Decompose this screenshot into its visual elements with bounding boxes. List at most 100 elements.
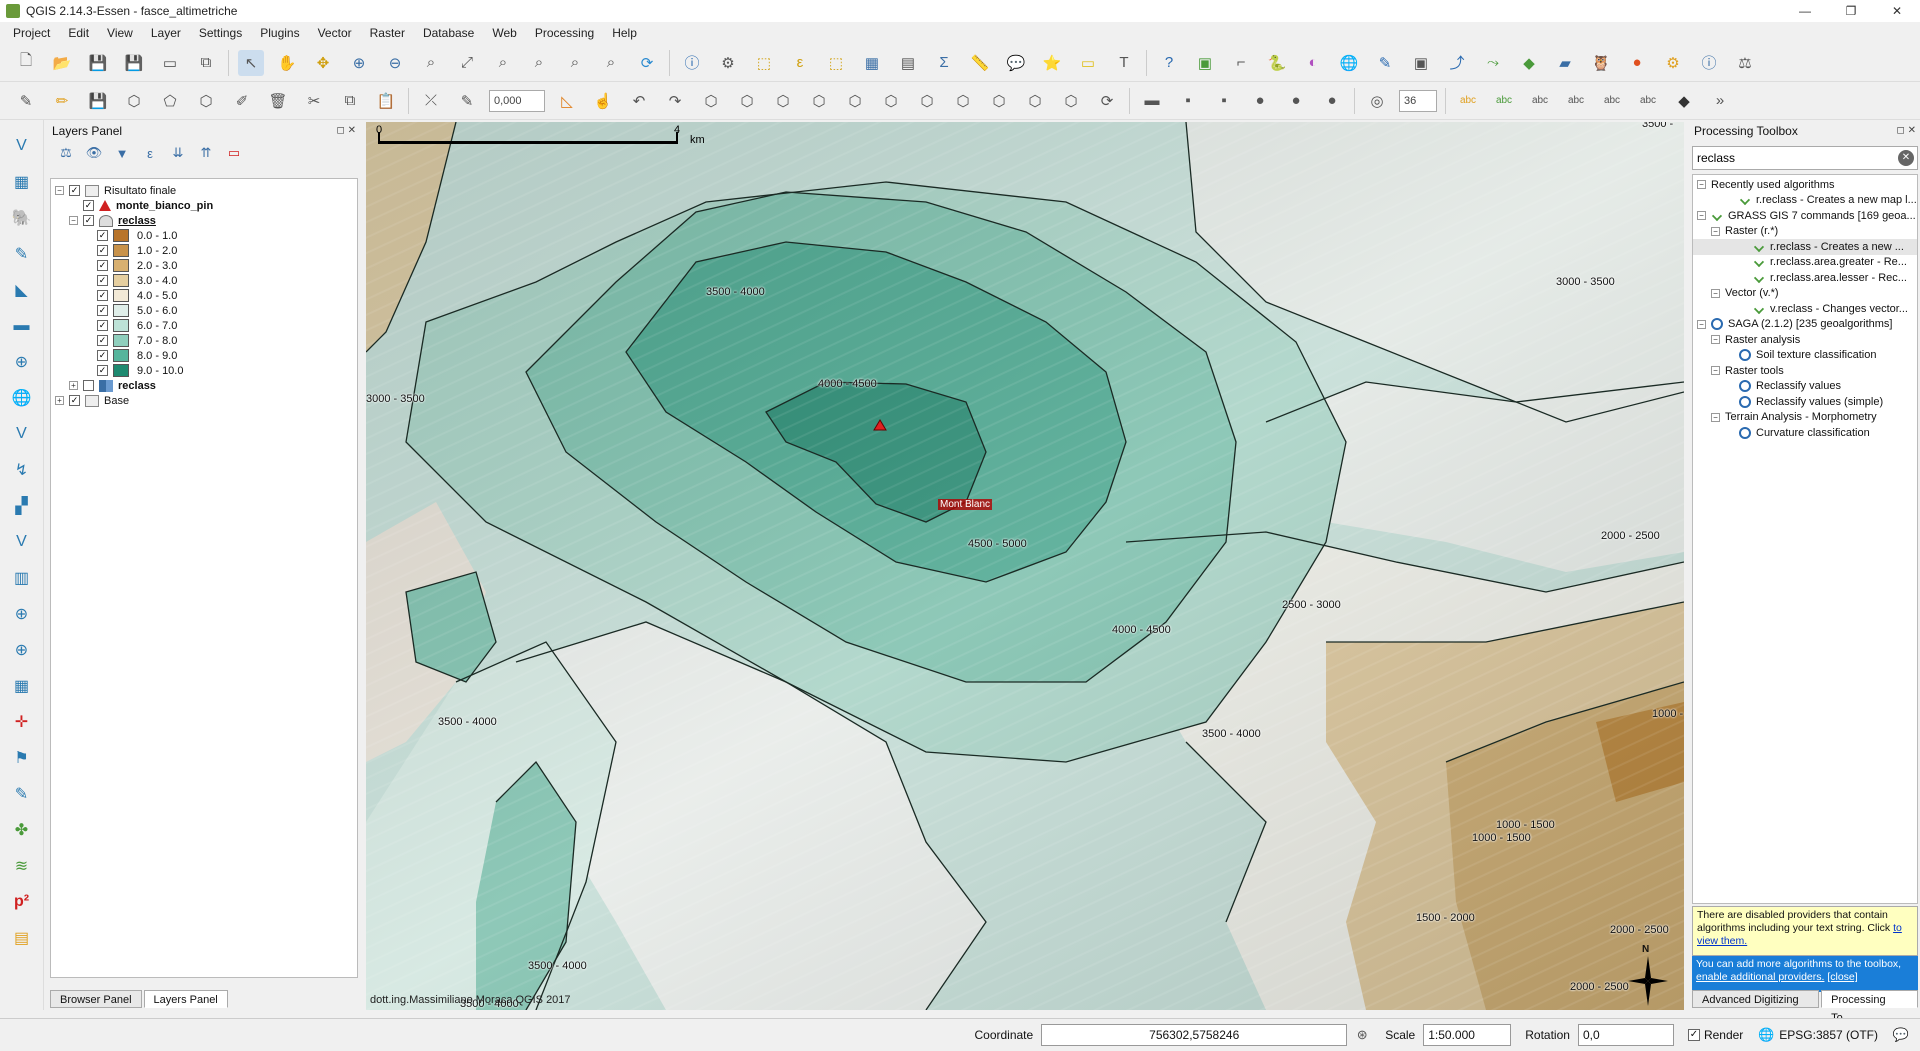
simplify-icon[interactable]: ✎ (454, 88, 480, 114)
algorithm-tree-item[interactable]: − SAGA (2.1.2) [235 geoalgorithms] (1693, 317, 1917, 333)
collapse-toggle[interactable]: − (1711, 288, 1720, 298)
more-icon[interactable]: » (1707, 88, 1733, 114)
plugin7-icon[interactable]: ◆ (1516, 50, 1542, 76)
class-visibility-checkbox[interactable]: ✓ (97, 365, 108, 376)
label-tool-icon[interactable]: ● (1319, 88, 1345, 114)
legend-class-row[interactable]: ✓ 0.0 - 1.0 (51, 228, 357, 243)
python-console-icon[interactable]: 🐍 (1264, 50, 1290, 76)
add-wms-layer-icon[interactable]: 🌐 (8, 384, 36, 412)
split-parts-icon[interactable]: ⬡ (914, 88, 940, 114)
algorithm-tree-item[interactable]: − Raster tools (1693, 363, 1917, 379)
map-swipe-icon[interactable]: ▣ (1192, 50, 1218, 76)
pan-icon[interactable]: ✋ (274, 50, 300, 76)
plugin12-icon[interactable]: ⓘ (1696, 50, 1722, 76)
measure-icon[interactable]: 📏 (967, 50, 993, 76)
menu-raster[interactable]: Raster (361, 22, 414, 44)
label-abc5-icon[interactable]: abc (1599, 88, 1625, 114)
visibility-checkbox[interactable]: ✓ (69, 185, 80, 196)
layer-group-row[interactable]: − ✓ Risultato finale (51, 183, 357, 198)
zoom-next-icon[interactable]: ⌕ (598, 50, 624, 76)
save-project-icon[interactable]: 💾 (85, 50, 111, 76)
algorithm-tree-item[interactable]: − Vector (v.*) (1693, 286, 1917, 302)
delete-part-icon[interactable]: ⬡ (842, 88, 868, 114)
add-group-icon[interactable]: 👁 (83, 142, 105, 164)
deselect-icon[interactable]: ⬚ (823, 50, 849, 76)
style-manager-icon[interactable]: ⚖ (55, 142, 77, 164)
change-label-icon[interactable]: ● (1283, 88, 1309, 114)
close-button[interactable]: ✕ (1874, 0, 1920, 22)
algorithm-tree-item[interactable]: r.reclass - Creates a new map l... (1693, 193, 1917, 209)
processing-search-input[interactable] (1692, 146, 1918, 170)
georeferencer-icon[interactable]: ✛ (8, 708, 36, 736)
expand-all-icon[interactable]: ⇊ (167, 142, 189, 164)
algorithm-tree-item[interactable]: − Terrain Analysis - Morphometry (1693, 410, 1917, 426)
legend-class-row[interactable]: ✓ 5.0 - 6.0 (51, 303, 357, 318)
plugin11-icon[interactable]: ⚙ (1660, 50, 1686, 76)
menu-database[interactable]: Database (414, 22, 483, 44)
algorithm-tree-item[interactable]: r.reclass.area.lesser - Rec... (1693, 270, 1917, 286)
visibility-checkbox[interactable]: ✓ (83, 200, 94, 211)
plugin13-icon[interactable]: ⚖ (1732, 50, 1758, 76)
collapse-toggle[interactable]: − (69, 216, 78, 225)
current-edits-icon[interactable]: ✎ (13, 88, 39, 114)
undo-icon[interactable]: ↶ (626, 88, 652, 114)
crs-status-button[interactable]: EPSG:3857 (OTF) (1779, 1028, 1878, 1042)
layer-stack-icon[interactable]: ≋ (8, 852, 36, 880)
plugin9-icon[interactable]: 🦉 (1588, 50, 1614, 76)
select-icon[interactable]: ⬚ (751, 50, 777, 76)
coordinate-field[interactable]: 756302,5758246 (1041, 1024, 1348, 1046)
font-size-spinbox[interactable]: 36 (1399, 89, 1437, 112)
clear-search-icon[interactable]: ✕ (1898, 150, 1914, 166)
add-arcgis-layer-icon[interactable]: ⊕ (8, 636, 36, 664)
collapse-toggle[interactable]: − (1711, 226, 1720, 236)
visibility-checkbox[interactable] (83, 380, 94, 391)
new-project-icon[interactable]: 🗋 (13, 50, 39, 76)
pan-to-selection-icon[interactable]: ✥ (310, 50, 336, 76)
attribute-table-icon[interactable]: ▦ (859, 50, 885, 76)
collapse-toggle[interactable]: − (1711, 366, 1720, 376)
visibility-checkbox[interactable]: ✓ (69, 395, 80, 406)
delete-selected-icon[interactable]: 🗑 (265, 88, 291, 114)
toggle-editing-icon[interactable]: ✏ (49, 88, 75, 114)
class-visibility-checkbox[interactable]: ✓ (97, 290, 108, 301)
close-notice-link[interactable]: [close] (1827, 971, 1857, 983)
action-icon[interactable]: ⚙ (715, 50, 741, 76)
collapse-toggle[interactable]: − (1697, 180, 1706, 190)
add-wfs-layer-icon[interactable]: ↯ (8, 456, 36, 484)
add-feature-icon[interactable]: ⬡ (121, 88, 147, 114)
class-visibility-checkbox[interactable]: ✓ (97, 350, 108, 361)
algorithm-tree-item[interactable]: − Raster (r.*) (1693, 224, 1917, 240)
processing-algorithm-tree[interactable]: − Recently used algorithms r.reclass - Cre… (1692, 174, 1918, 904)
menu-vector[interactable]: Vector (309, 22, 361, 44)
select-by-expression-icon[interactable]: ε (787, 50, 813, 76)
layer-row[interactable]: + reclass (51, 378, 357, 393)
rotate-label-icon[interactable]: ◺ (554, 88, 580, 114)
remove-layer-icon[interactable]: ▭ (223, 142, 245, 164)
node-tool-icon[interactable]: ✐ (229, 88, 255, 114)
plugin6-icon[interactable]: ⤳ (1480, 50, 1506, 76)
refresh-icon[interactable]: ⟳ (634, 50, 660, 76)
plugin-icon[interactable]: ⌐ (1228, 50, 1254, 76)
messages-icon[interactable]: 💬 (1892, 1026, 1910, 1044)
menu-edit[interactable]: Edit (59, 22, 98, 44)
legend-class-row[interactable]: ✓ 7.0 - 8.0 (51, 333, 357, 348)
algorithm-tree-item[interactable]: Curvature classification (1693, 425, 1917, 441)
class-visibility-checkbox[interactable]: ✓ (97, 230, 108, 241)
cut-features-icon[interactable]: ✂ (301, 88, 327, 114)
new-shapefile-icon[interactable]: V (8, 528, 36, 556)
collapse-toggle[interactable]: − (1711, 412, 1720, 422)
class-visibility-checkbox[interactable]: ✓ (97, 305, 108, 316)
legend-class-row[interactable]: ✓ 2.0 - 3.0 (51, 258, 357, 273)
copy-features-icon[interactable]: ⧉ (337, 88, 363, 114)
menu-project[interactable]: Project (4, 22, 59, 44)
algorithm-tree-item[interactable]: r.reclass.area.greater - Re... (1693, 255, 1917, 271)
crs-globe-icon[interactable]: 🌐 (1757, 1026, 1775, 1044)
move-label-icon[interactable]: ▪ (1211, 88, 1237, 114)
visibility-checkbox[interactable]: ✓ (83, 215, 94, 226)
menu-plugins[interactable]: Plugins (251, 22, 308, 44)
filter-legend-icon[interactable]: ▼ (111, 142, 133, 164)
rotation-icon[interactable]: ◎ (1364, 88, 1390, 114)
new-spatialite-icon[interactable]: ▥ (8, 564, 36, 592)
map-canvas[interactable]: 0 4 km 3500 - 4000 4000 - 4500 3000 - 3500… (366, 122, 1684, 1010)
digitize-map-icon[interactable]: ✎ (8, 780, 36, 808)
